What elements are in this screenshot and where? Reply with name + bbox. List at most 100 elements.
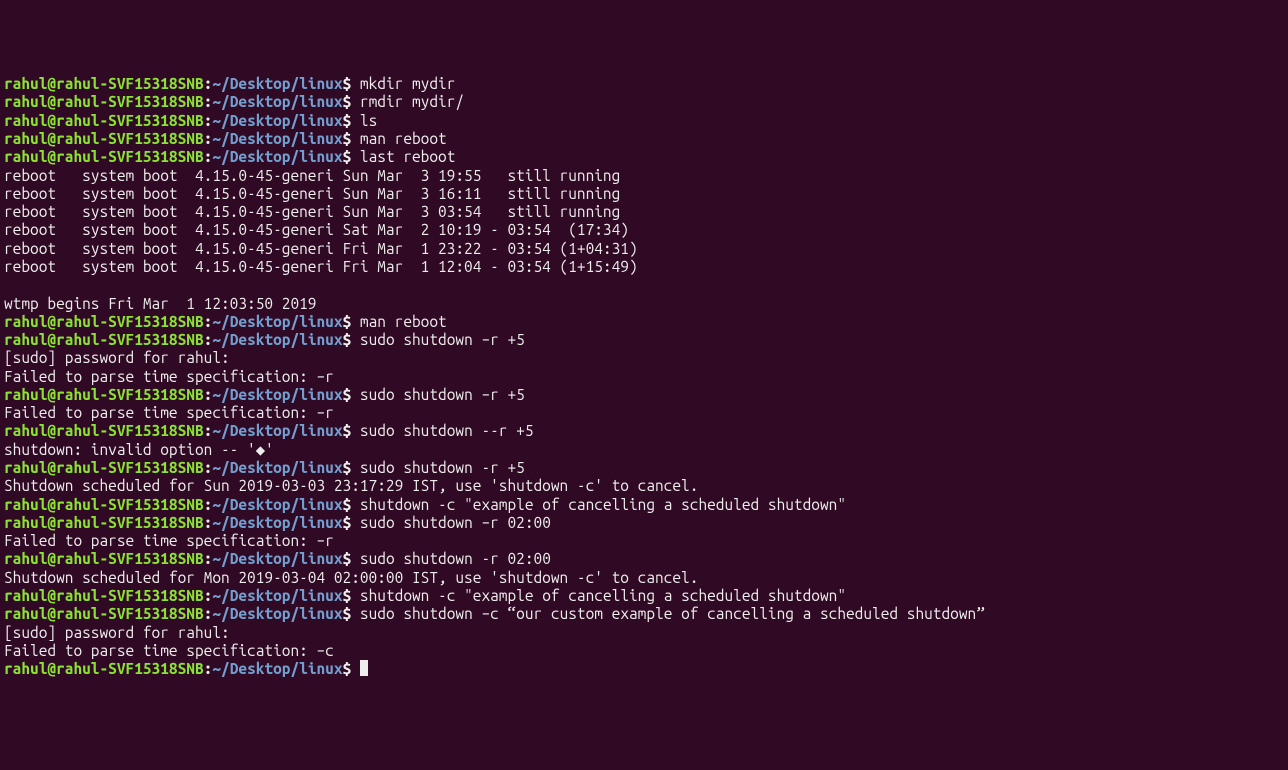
terminal-line: Failed to parse time specification: –r	[4, 404, 1284, 422]
terminal-line: [sudo] password for rahul:	[4, 624, 1284, 642]
terminal-line: Failed to parse time specification: –r	[4, 532, 1284, 550]
prompt-user: rahul@rahul-SVF15318SNB	[4, 496, 204, 513]
terminal-line: wtmp begins Fri Mar 1 12:03:50 2019	[4, 295, 1284, 313]
output-text: Shutdown scheduled for Mon 2019-03-04 02…	[4, 569, 698, 586]
terminal-line: Shutdown scheduled for Sun 2019-03-03 23…	[4, 477, 1284, 495]
prompt-user: rahul@rahul-SVF15318SNB	[4, 587, 204, 604]
terminal-line	[4, 276, 1284, 294]
prompt-dollar: $	[343, 459, 360, 476]
prompt-dollar: $	[343, 331, 360, 348]
prompt-path: ~/Desktop/linux	[212, 587, 342, 604]
terminal-line: rahul@rahul-SVF15318SNB:~/Desktop/linux$…	[4, 130, 1284, 148]
prompt-path: ~/Desktop/linux	[212, 660, 342, 677]
prompt-dollar: $	[343, 386, 360, 403]
prompt-path: ~/Desktop/linux	[212, 386, 342, 403]
prompt-dollar: $	[343, 93, 360, 110]
prompt-colon: :	[204, 660, 213, 677]
prompt-user: rahul@rahul-SVF15318SNB	[4, 130, 204, 147]
output-text: Shutdown scheduled for Sun 2019-03-03 23…	[4, 477, 698, 494]
command-text: last reboot	[360, 148, 455, 165]
prompt-path: ~/Desktop/linux	[212, 112, 342, 129]
terminal-line: Shutdown scheduled for Mon 2019-03-04 02…	[4, 569, 1284, 587]
prompt-dollar: $	[343, 75, 360, 92]
prompt-path: ~/Desktop/linux	[212, 459, 342, 476]
terminal-line: rahul@rahul-SVF15318SNB:~/Desktop/linux$…	[4, 93, 1284, 111]
terminal-line: reboot system boot 4.15.0-45-generi Sat …	[4, 221, 1284, 239]
prompt-path: ~/Desktop/linux	[212, 550, 342, 567]
terminal-line: Failed to parse time specification: –c	[4, 642, 1284, 660]
command-text: man reboot	[360, 313, 447, 330]
command-text: shutdown -c "example of cancelling a sch…	[360, 496, 846, 513]
output-text: reboot system boot 4.15.0-45-generi Sun …	[4, 185, 620, 202]
command-text: rmdir mydir/	[360, 93, 464, 110]
output-text: reboot system boot 4.15.0-45-generi Fri …	[4, 258, 638, 275]
terminal-line: rahul@rahul-SVF15318SNB:~/Desktop/linux$…	[4, 75, 1284, 93]
prompt-path: ~/Desktop/linux	[212, 313, 342, 330]
prompt-dollar: $	[343, 587, 360, 604]
prompt-user: rahul@rahul-SVF15318SNB	[4, 605, 204, 622]
prompt-path: ~/Desktop/linux	[212, 331, 342, 348]
terminal-line: rahul@rahul-SVF15318SNB:~/Desktop/linux$…	[4, 496, 1284, 514]
prompt-user: rahul@rahul-SVF15318SNB	[4, 313, 204, 330]
command-text: sudo shutdown -r 02:00	[360, 550, 551, 567]
prompt-path: ~/Desktop/linux	[212, 130, 342, 147]
prompt-user: rahul@rahul-SVF15318SNB	[4, 75, 204, 92]
output-text: Failed to parse time specification: –c	[4, 642, 334, 659]
output-text: Failed to parse time specification: –r	[4, 532, 334, 549]
terminal-line: rahul@rahul-SVF15318SNB:~/Desktop/linux$…	[4, 422, 1284, 440]
command-text: sudo shutdown -r +5	[360, 459, 525, 476]
prompt-dollar: $	[343, 660, 360, 677]
prompt-path: ~/Desktop/linux	[212, 514, 342, 531]
terminal-line: reboot system boot 4.15.0-45-generi Sun …	[4, 203, 1284, 221]
prompt-user: rahul@rahul-SVF15318SNB	[4, 514, 204, 531]
prompt-user: rahul@rahul-SVF15318SNB	[4, 550, 204, 567]
prompt-user: rahul@rahul-SVF15318SNB	[4, 93, 204, 110]
prompt-user: rahul@rahul-SVF15318SNB	[4, 331, 204, 348]
terminal-line: reboot system boot 4.15.0-45-generi Sun …	[4, 185, 1284, 203]
prompt-dollar: $	[343, 496, 360, 513]
prompt-dollar: $	[343, 605, 360, 622]
prompt-path: ~/Desktop/linux	[212, 93, 342, 110]
prompt-user: rahul@rahul-SVF15318SNB	[4, 422, 204, 439]
command-text: ls	[360, 112, 377, 129]
output-text: [sudo] password for rahul:	[4, 349, 238, 366]
terminal-line: rahul@rahul-SVF15318SNB:~/Desktop/linux$…	[4, 313, 1284, 331]
terminal-line: rahul@rahul-SVF15318SNB:~/Desktop/linux$…	[4, 148, 1284, 166]
prompt-user: rahul@rahul-SVF15318SNB	[4, 386, 204, 403]
command-text: man reboot	[360, 130, 447, 147]
prompt-dollar: $	[343, 112, 360, 129]
command-text: sudo shutdown –c “our custom example of …	[360, 605, 985, 622]
command-text: sudo shutdown –r 02:00	[360, 514, 551, 531]
terminal-line: Failed to parse time specification: –r	[4, 368, 1284, 386]
terminal-line: rahul@rahul-SVF15318SNB:~/Desktop/linux$…	[4, 331, 1284, 349]
output-text: [sudo] password for rahul:	[4, 624, 238, 641]
prompt-dollar: $	[343, 130, 360, 147]
terminal-line: rahul@rahul-SVF15318SNB:~/Desktop/linux$…	[4, 112, 1284, 130]
command-text: shutdown -c "example of cancelling a sch…	[360, 587, 846, 604]
output-text: reboot system boot 4.15.0-45-generi Sun …	[4, 167, 620, 184]
prompt-dollar: $	[343, 148, 360, 165]
terminal-output[interactable]: rahul@rahul-SVF15318SNB:~/Desktop/linux$…	[4, 75, 1284, 678]
output-text: wtmp begins Fri Mar 1 12:03:50 2019	[4, 295, 316, 312]
terminal-line: rahul@rahul-SVF15318SNB:~/Desktop/linux$	[4, 660, 1284, 678]
prompt-path: ~/Desktop/linux	[212, 422, 342, 439]
prompt-dollar: $	[343, 514, 360, 531]
command-text: mkdir mydir	[360, 75, 455, 92]
command-text: sudo shutdown –r +5	[360, 386, 525, 403]
prompt-path: ~/Desktop/linux	[212, 605, 342, 622]
output-text: Failed to parse time specification: –r	[4, 368, 334, 385]
terminal-line: [sudo] password for rahul:	[4, 349, 1284, 367]
output-text: reboot system boot 4.15.0-45-generi Fri …	[4, 240, 638, 257]
cursor-block[interactable]	[360, 660, 368, 676]
prompt-user: rahul@rahul-SVF15318SNB	[4, 660, 204, 677]
terminal-line: reboot system boot 4.15.0-45-generi Fri …	[4, 240, 1284, 258]
terminal-line: reboot system boot 4.15.0-45-generi Sun …	[4, 167, 1284, 185]
terminal-line: rahul@rahul-SVF15318SNB:~/Desktop/linux$…	[4, 550, 1284, 568]
output-text: shutdown: invalid option -- '◆'	[4, 441, 274, 458]
terminal-line: rahul@rahul-SVF15318SNB:~/Desktop/linux$…	[4, 587, 1284, 605]
prompt-dollar: $	[343, 422, 360, 439]
prompt-user: rahul@rahul-SVF15318SNB	[4, 112, 204, 129]
terminal-line: rahul@rahul-SVF15318SNB:~/Desktop/linux$…	[4, 459, 1284, 477]
terminal-line: rahul@rahul-SVF15318SNB:~/Desktop/linux$…	[4, 605, 1284, 623]
prompt-dollar: $	[343, 550, 360, 567]
